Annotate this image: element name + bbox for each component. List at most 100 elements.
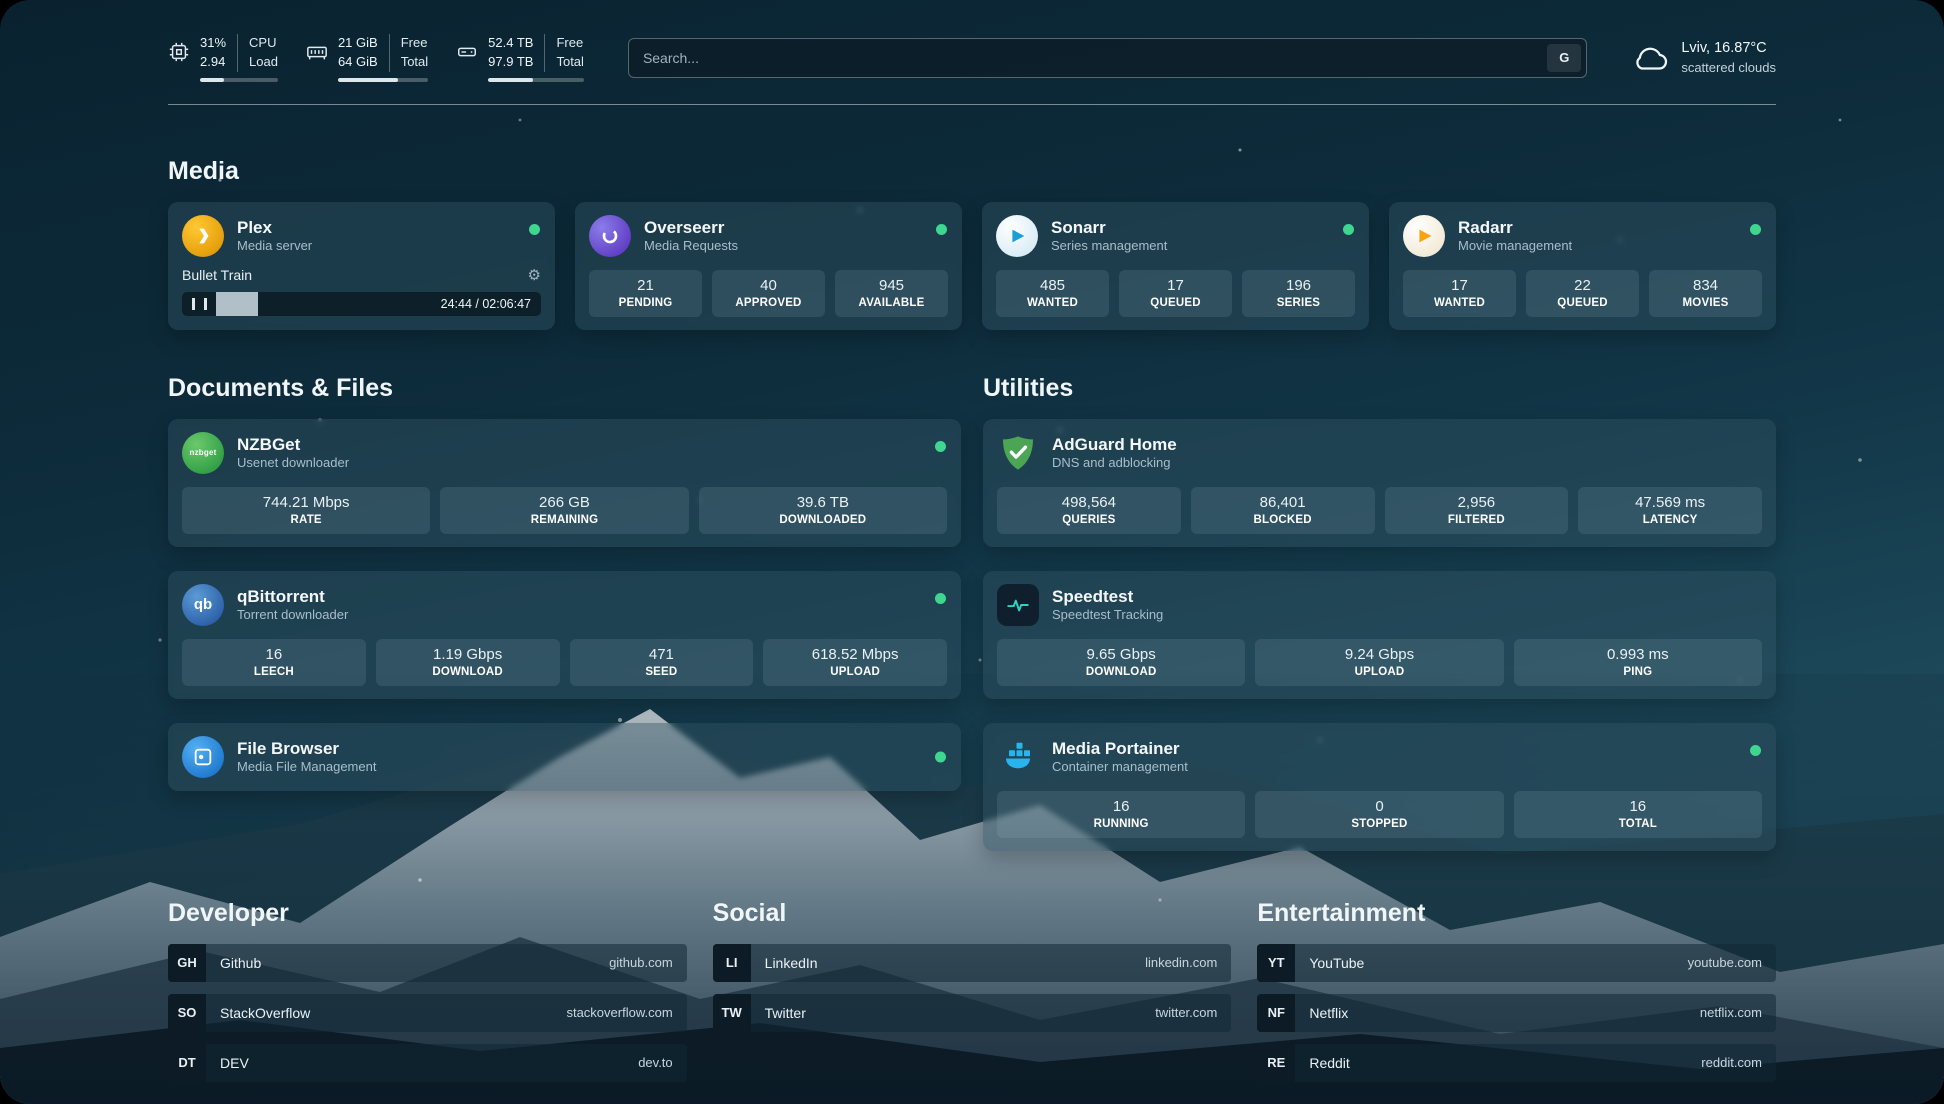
dashboard-screen: 31% 2.94 CPU Load bbox=[0, 0, 1944, 1104]
disk-icon bbox=[456, 41, 478, 63]
media-card-grid: Plex Media server Bullet Train ⚙ 24:44 /… bbox=[168, 202, 1776, 330]
bookmark-twitter[interactable]: TW Twitter twitter.com bbox=[713, 994, 1232, 1032]
app-card-speedtest[interactable]: Speedtest Speedtest Tracking 9.65 Gbps D… bbox=[983, 571, 1776, 699]
app-card-adguard[interactable]: AdGuard Home DNS and adblocking 498,564 … bbox=[983, 419, 1776, 547]
status-dot bbox=[1750, 745, 1761, 756]
twitter-icon: TW bbox=[713, 994, 751, 1032]
overseerr-icon bbox=[589, 215, 631, 257]
status-dot bbox=[935, 441, 946, 452]
ram-label-bottom: Total bbox=[401, 53, 428, 72]
app-name: AdGuard Home bbox=[1052, 434, 1177, 455]
speedtest-waveform-icon bbox=[997, 584, 1039, 626]
cpu-progress-fill bbox=[200, 78, 224, 82]
cpu-load-value: 2.94 bbox=[200, 53, 226, 72]
portainer-containers-icon bbox=[997, 736, 1039, 778]
bookmark-dev[interactable]: DT DEV dev.to bbox=[168, 1044, 687, 1082]
ram-free-value: 21 GiB bbox=[338, 34, 378, 53]
bookmark-github[interactable]: GH Github github.com bbox=[168, 944, 687, 982]
app-name: Radarr bbox=[1458, 217, 1572, 238]
app-card-nzbget[interactable]: nzbget NZBGet Usenet downloader 744.21 M… bbox=[168, 419, 961, 547]
stat-queued: 22 QUEUED bbox=[1526, 270, 1639, 317]
app-card-sonarr[interactable]: Sonarr Series management 485 WANTED 17 Q… bbox=[982, 202, 1369, 330]
app-subtitle: Media Requests bbox=[644, 238, 738, 254]
app-card-plex[interactable]: Plex Media server Bullet Train ⚙ 24:44 /… bbox=[168, 202, 555, 330]
bookmarks-area: Developer GH Github github.com SO StackO… bbox=[168, 899, 1776, 1104]
sonarr-icon bbox=[996, 215, 1038, 257]
app-card-overseerr[interactable]: Overseerr Media Requests 21 PENDING 40 A… bbox=[575, 202, 962, 330]
bookmark-stackoverflow[interactable]: SO StackOverflow stackoverflow.com bbox=[168, 994, 687, 1032]
app-name: qBittorrent bbox=[237, 586, 348, 607]
stat-downloaded: 39.6 TB DOWNLOADED bbox=[699, 487, 947, 534]
stat-upload: 9.24 Gbps UPLOAD bbox=[1255, 639, 1503, 686]
stat-download: 9.65 Gbps DOWNLOAD bbox=[997, 639, 1245, 686]
bookmark-group-social: Social LI LinkedIn linkedin.com TW Twitt… bbox=[713, 899, 1232, 1094]
system-metrics: 31% 2.94 CPU Load bbox=[168, 34, 584, 82]
app-subtitle: Media server bbox=[237, 238, 312, 254]
app-name: NZBGet bbox=[237, 434, 349, 455]
app-card-portainer[interactable]: Media Portainer Container management 16 … bbox=[983, 723, 1776, 851]
plex-seek-bar[interactable]: 24:44 / 02:06:47 bbox=[182, 292, 541, 316]
ram-total-value: 64 GiB bbox=[338, 53, 378, 72]
app-name: Speedtest bbox=[1052, 586, 1163, 607]
stat-series: 196 SERIES bbox=[1242, 270, 1355, 317]
app-name: Sonarr bbox=[1051, 217, 1167, 238]
weather-condition: scattered clouds bbox=[1681, 59, 1776, 77]
filebrowser-icon bbox=[182, 736, 224, 778]
cpu-label-top: CPU bbox=[249, 34, 278, 53]
app-subtitle: DNS and adblocking bbox=[1052, 455, 1177, 471]
stat-available: 945 AVAILABLE bbox=[835, 270, 948, 317]
section-title-social: Social bbox=[713, 899, 1232, 928]
radarr-icon bbox=[1403, 215, 1445, 257]
now-playing-title: Bullet Train bbox=[182, 267, 252, 283]
search-engine-button[interactable]: G bbox=[1547, 44, 1581, 72]
stat-remaining: 266 GB REMAINING bbox=[440, 487, 688, 534]
app-name: File Browser bbox=[237, 738, 376, 759]
app-subtitle: Usenet downloader bbox=[237, 455, 349, 471]
stat-download: 1.19 Gbps DOWNLOAD bbox=[376, 639, 560, 686]
status-dot bbox=[1343, 224, 1354, 235]
bookmark-netflix[interactable]: NF Netflix netflix.com bbox=[1257, 994, 1776, 1032]
stat-upload: 618.52 Mbps UPLOAD bbox=[763, 639, 947, 686]
status-dot bbox=[936, 224, 947, 235]
settings-gear-icon[interactable]: ⚙ bbox=[528, 266, 541, 284]
stat-queries: 498,564 QUERIES bbox=[997, 487, 1181, 534]
bookmark-reddit[interactable]: RE Reddit reddit.com bbox=[1257, 1044, 1776, 1082]
stat-seed: 471 SEED bbox=[570, 639, 754, 686]
topbar-divider bbox=[168, 104, 1776, 105]
section-title-media: Media bbox=[168, 157, 1776, 186]
ram-progress-fill bbox=[338, 78, 398, 82]
stat-leech: 16 LEECH bbox=[182, 639, 366, 686]
plex-playback-time: 24:44 / 02:06:47 bbox=[431, 297, 541, 311]
ram-label-top: Free bbox=[401, 34, 428, 53]
search-input[interactable] bbox=[629, 50, 1547, 66]
section-title-documents: Documents & Files bbox=[168, 374, 961, 403]
stat-pending: 21 PENDING bbox=[589, 270, 702, 317]
app-card-filebrowser[interactable]: File Browser Media File Management bbox=[168, 723, 961, 791]
stat-approved: 40 APPROVED bbox=[712, 270, 825, 317]
app-subtitle: Media File Management bbox=[237, 759, 376, 775]
app-card-radarr[interactable]: Radarr Movie management 17 WANTED 22 QUE… bbox=[1389, 202, 1776, 330]
app-name: Plex bbox=[237, 217, 312, 238]
stat-queued: 17 QUEUED bbox=[1119, 270, 1232, 317]
weather-widget: Lviv, 16.87°C scattered clouds bbox=[1633, 39, 1776, 76]
ram-icon bbox=[306, 41, 328, 63]
app-subtitle: Series management bbox=[1051, 238, 1167, 254]
documents-column: Documents & Files nzbget NZBGet Usenet d… bbox=[168, 374, 961, 851]
bookmark-group-entertainment: Entertainment YT YouTube youtube.com NF … bbox=[1257, 899, 1776, 1094]
top-bar: 31% 2.94 CPU Load bbox=[168, 34, 1776, 82]
stat-wanted: 485 WANTED bbox=[996, 270, 1109, 317]
nzbget-icon: nzbget bbox=[182, 432, 224, 474]
bookmark-youtube[interactable]: YT YouTube youtube.com bbox=[1257, 944, 1776, 982]
plex-icon bbox=[182, 215, 224, 257]
pause-icon[interactable] bbox=[192, 298, 207, 310]
disk-label-bottom: Total bbox=[556, 53, 583, 72]
app-subtitle: Movie management bbox=[1458, 238, 1572, 254]
bookmark-linkedin[interactable]: LI LinkedIn linkedin.com bbox=[713, 944, 1232, 982]
status-dot bbox=[935, 751, 946, 762]
section-title-entertainment: Entertainment bbox=[1257, 899, 1776, 928]
adguard-shield-icon bbox=[997, 432, 1039, 474]
cpu-progress-bar bbox=[200, 78, 278, 82]
disk-progress-fill bbox=[488, 78, 533, 82]
app-card-qbittorrent[interactable]: qb qBittorrent Torrent downloader 16 LEE… bbox=[168, 571, 961, 699]
netflix-icon: NF bbox=[1257, 994, 1295, 1032]
